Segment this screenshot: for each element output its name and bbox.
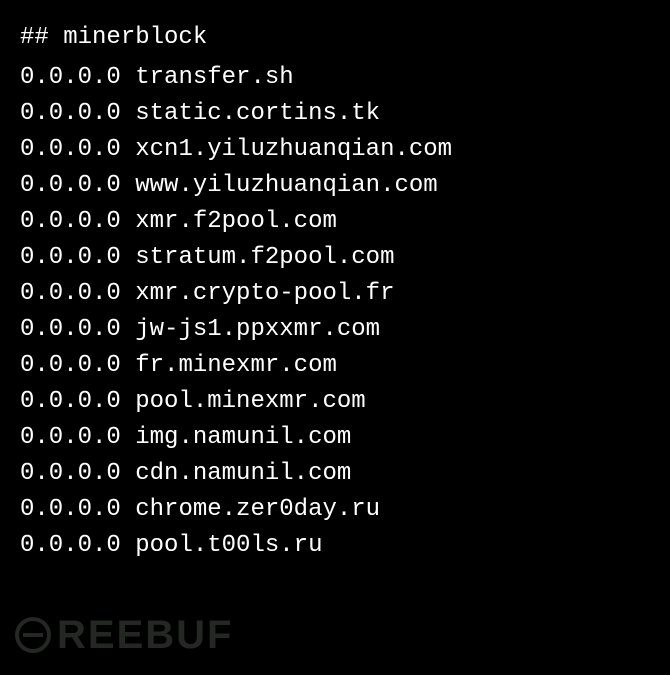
entry-ip: 0.0.0.0 [20,496,121,523]
entry-host: static.cortins.tk [135,100,380,127]
watermark: REEBUF [15,605,233,665]
host-entry: 0.0.0.0 xmr.crypto-pool.fr [20,276,650,312]
host-entry: 0.0.0.0 cdn.namunil.com [20,456,650,492]
entry-ip: 0.0.0.0 [20,388,121,415]
entry-ip: 0.0.0.0 [20,532,121,559]
host-entry: 0.0.0.0 transfer.sh [20,60,650,96]
entry-ip: 0.0.0.0 [20,316,121,343]
entry-ip: 0.0.0.0 [20,244,121,271]
entry-ip: 0.0.0.0 [20,100,121,127]
section-header: ## minerblock [20,20,650,56]
host-entry: 0.0.0.0 pool.t00ls.ru [20,528,650,564]
entry-host: pool.t00ls.ru [135,532,322,559]
entry-ip: 0.0.0.0 [20,280,121,307]
entry-host: pool.minexmr.com [135,388,365,415]
entry-ip: 0.0.0.0 [20,64,121,91]
host-entry: 0.0.0.0 stratum.f2pool.com [20,240,650,276]
entry-host: cdn.namunil.com [135,460,351,487]
host-entry: 0.0.0.0 static.cortins.tk [20,96,650,132]
host-entry: 0.0.0.0 www.yiluzhuanqian.com [20,168,650,204]
entry-host: www.yiluzhuanqian.com [135,172,437,199]
entry-host: xmr.f2pool.com [135,208,337,235]
host-entry: 0.0.0.0 fr.minexmr.com [20,348,650,384]
entry-host: jw-js1.ppxxmr.com [135,316,380,343]
entry-host: fr.minexmr.com [135,352,337,379]
hosts-list: 0.0.0.0 transfer.sh0.0.0.0 static.cortin… [20,60,650,564]
entry-host: chrome.zer0day.ru [135,496,380,523]
host-entry: 0.0.0.0 jw-js1.ppxxmr.com [20,312,650,348]
host-entry: 0.0.0.0 xmr.f2pool.com [20,204,650,240]
host-entry: 0.0.0.0 xcn1.yiluzhuanqian.com [20,132,650,168]
entry-ip: 0.0.0.0 [20,136,121,163]
entry-ip: 0.0.0.0 [20,460,121,487]
entry-host: xcn1.yiluzhuanqian.com [135,136,452,163]
entry-host: img.namunil.com [135,424,351,451]
entry-ip: 0.0.0.0 [20,208,121,235]
watermark-text: REEBUF [57,605,233,665]
entry-host: transfer.sh [135,64,293,91]
entry-ip: 0.0.0.0 [20,172,121,199]
entry-ip: 0.0.0.0 [20,424,121,451]
entry-ip: 0.0.0.0 [20,352,121,379]
host-entry: 0.0.0.0 pool.minexmr.com [20,384,650,420]
host-entry: 0.0.0.0 chrome.zer0day.ru [20,492,650,528]
host-entry: 0.0.0.0 img.namunil.com [20,420,650,456]
watermark-icon [15,617,51,653]
entry-host: stratum.f2pool.com [135,244,394,271]
entry-host: xmr.crypto-pool.fr [135,280,394,307]
